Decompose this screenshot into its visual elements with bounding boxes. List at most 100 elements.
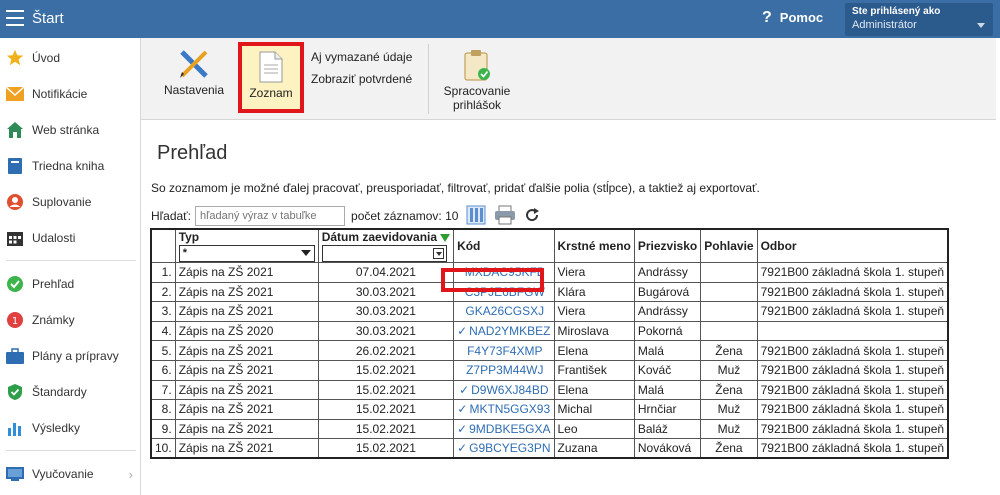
table-row[interactable]: 5. Zápis na ZŠ 2021 26.02.2021 F4Y73F4XMP El…	[150, 340, 949, 361]
type-header-label: Typ	[178, 230, 200, 244]
first-name-cell: Klára	[553, 281, 635, 303]
search-input[interactable]	[195, 206, 346, 226]
code-cell[interactable]: ✓ NAD2YMKBEZ	[453, 320, 555, 342]
row-number: 6.	[150, 359, 176, 381]
last-name-cell: Nováková	[633, 438, 702, 459]
code-link[interactable]: NAD2YMKBEZ	[469, 324, 550, 338]
code-cell[interactable]: Z7PP3M44WJ	[453, 359, 555, 381]
menu-icon[interactable]	[6, 10, 24, 26]
sidebar-item-vyucovanie[interactable]: Vyučovanie ›	[0, 459, 141, 489]
sidebar-item-label: Suplovanie	[32, 195, 92, 209]
last-name-cell: Pokorná	[633, 320, 702, 342]
date-header[interactable]: Dátum zaevidovania	[317, 228, 455, 263]
first-name-cell: Viera	[553, 301, 635, 322]
type-filter-select[interactable]: *	[178, 245, 315, 262]
sidebar-item-udalosti[interactable]: Udalosti	[0, 223, 141, 253]
sidebar-item-label: Štandardy	[32, 385, 87, 399]
user-menu[interactable]: Ste prihlásený ako Administrátor	[845, 3, 993, 36]
refresh-icon[interactable]	[524, 207, 540, 226]
first-name-header[interactable]: Krstné meno	[553, 228, 635, 263]
applications-table: Typ * Dátum zaevidovania Kód Krstné meno…	[150, 228, 950, 460]
code-cell[interactable]: ✓ G9BCYEG3PN	[453, 438, 555, 459]
type-header[interactable]: Typ *	[174, 228, 319, 263]
table-row[interactable]: 3. Zápis na ZŠ 2021 30.03.2021 GKA26CGSXJ Vi…	[150, 301, 949, 322]
code-link[interactable]: 9MDBKE5GXA	[469, 422, 550, 436]
help-button[interactable]: ? Pomoc	[762, 9, 823, 27]
last-name-header[interactable]: Priezvisko	[633, 228, 702, 263]
last-name-cell: Kováč	[633, 359, 702, 381]
code-link[interactable]: Z7PP3M44WJ	[466, 363, 543, 377]
code-cell[interactable]: F4Y73F4XMP	[453, 340, 555, 361]
show-confirmed-link[interactable]: Zobraziť potvrdené	[311, 72, 412, 86]
sidebar-item-triedna-kniha[interactable]: Triedna kniha	[0, 151, 141, 181]
sidebar-item-label: Web stránka	[32, 123, 100, 137]
sidebar-item-web-stranka[interactable]: Web stránka	[0, 115, 141, 145]
table-row[interactable]: 6. Zápis na ZŠ 2021 15.02.2021 Z7PP3M44WJ Fr…	[150, 359, 949, 381]
table-row[interactable]: 8. Zápis na ZŠ 2021 15.02.2021 ✓ MKTN5GGX93 M…	[150, 399, 949, 420]
sidebar-item-plany[interactable]: Plány a prípravy	[0, 341, 141, 371]
list-button[interactable]: Zoznam	[238, 42, 304, 113]
field-cell: 7921B00 základná škola 1. stupeň	[756, 301, 949, 322]
show-deleted-link[interactable]: Aj vymazané údaje	[311, 50, 412, 64]
highlight-box	[441, 268, 544, 292]
sidebar-item-znamky[interactable]: 1 Známky	[0, 305, 141, 335]
table-row[interactable]: 2. Zápis na ZŠ 2021 30.03.2021 C3PJE6BFGW Kl…	[150, 281, 949, 303]
type-cell: Zápis na ZŠ 2021	[174, 379, 319, 401]
last-name-cell: Andrássy	[633, 262, 702, 283]
code-cell[interactable]: ✓ 9MDBKE5GXA	[453, 418, 555, 440]
process-applications-button[interactable]: Spracovanie prihlášok	[437, 49, 517, 112]
code-link[interactable]: GKA26CGSXJ	[465, 304, 544, 318]
page-title: Prehľad	[157, 142, 228, 164]
code-cell[interactable]: ✓ D9W6XJ84BD	[453, 379, 555, 401]
row-number: 2.	[150, 281, 176, 303]
star-icon	[6, 49, 24, 67]
code-link[interactable]: MKTN5GGX93	[469, 402, 550, 416]
code-cell[interactable]: ✓ MKTN5GGX93	[453, 399, 555, 420]
board-icon	[6, 465, 24, 483]
date-cell: 30.03.2021	[317, 320, 455, 342]
type-cell: Zápis na ZŠ 2021	[174, 359, 319, 381]
filter-dropdown-icon[interactable]	[432, 248, 444, 259]
date-filter[interactable]	[321, 245, 447, 262]
table-row[interactable]: 4. Zápis na ZŠ 2020 30.03.2021 ✓ NAD2YMKBEZ M…	[150, 320, 949, 342]
sidebar-item-vysledky[interactable]: Výsledky	[0, 413, 141, 443]
code-header[interactable]: Kód	[453, 228, 555, 263]
last-name-cell: Andrássy	[633, 301, 702, 322]
bar-chart-icon	[6, 419, 24, 437]
table-row[interactable]: 7. Zápis na ZŠ 2021 15.02.2021 ✓ D9W6XJ84BD E…	[150, 379, 949, 401]
gender-header[interactable]: Pohlavie	[700, 228, 758, 263]
envelope-icon	[6, 85, 24, 103]
app-title[interactable]: Štart	[32, 10, 64, 27]
sidebar-item-label: Výsledky	[32, 421, 81, 435]
print-icon[interactable]	[494, 205, 516, 228]
gender-cell: Muž	[700, 359, 758, 381]
code-cell[interactable]: GKA26CGSXJ	[453, 301, 555, 322]
book-icon	[6, 157, 24, 175]
last-name-cell: Bugárová	[633, 281, 702, 303]
field-header[interactable]: Odbor	[756, 228, 949, 263]
code-link[interactable]: F4Y73F4XMP	[467, 344, 542, 358]
settings-button[interactable]: Nastavenia	[159, 48, 229, 97]
type-cell: Zápis na ZŠ 2020	[174, 320, 319, 342]
date-cell: 15.02.2021	[317, 438, 455, 459]
first-name-cell: Elena	[553, 340, 635, 361]
sidebar-item-uvod[interactable]: Úvod	[0, 43, 141, 73]
sidebar-item-label: Známky	[32, 313, 75, 327]
code-link[interactable]: D9W6XJ84BD	[471, 383, 548, 397]
sidebar-item-suplovanie[interactable]: Suplovanie	[0, 187, 141, 217]
gender-cell: Žena	[700, 438, 758, 459]
table-row[interactable]: 1. Zápis na ZŠ 2021 07.04.2021 MXDAC95KFB Vi…	[150, 262, 949, 283]
table-row[interactable]: 9. Zápis na ZŠ 2021 15.02.2021 ✓ 9MDBKE5GXA L…	[150, 418, 949, 440]
code-link[interactable]: G9BCYEG3PN	[469, 441, 550, 455]
search-row: Hľadať: počet záznamov: 10	[151, 205, 540, 228]
sidebar-item-notifikacie[interactable]: Notifikácie	[0, 79, 141, 109]
date-cell: 15.02.2021	[317, 399, 455, 420]
sidebar-item-prehlad[interactable]: Prehľad	[0, 269, 141, 299]
svg-text:1: 1	[12, 316, 18, 327]
sidebar-item-standardy[interactable]: Štandardy	[0, 377, 141, 407]
columns-icon[interactable]	[466, 205, 486, 228]
sidebar: Úvod Notifikácie Web stránka Triedna kni…	[0, 38, 141, 495]
page-description: So zoznamom je možné ďalej pracovať, pre…	[151, 181, 760, 195]
table-row[interactable]: 10. Zápis na ZŠ 2021 15.02.2021 ✓ G9BCYEG3PN…	[150, 438, 949, 459]
type-cell: Zápis na ZŠ 2021	[174, 301, 319, 322]
